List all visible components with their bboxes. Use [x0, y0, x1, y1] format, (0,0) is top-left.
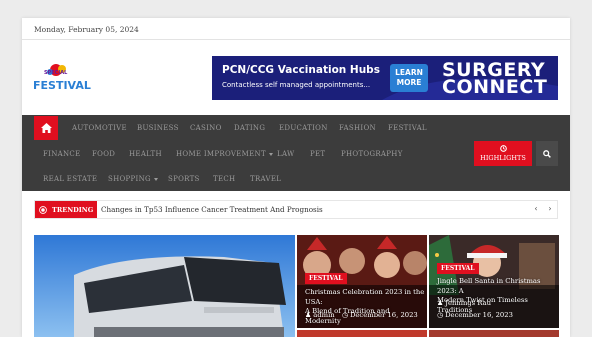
nav-finance[interactable]: FINANCE — [43, 150, 81, 158]
learn-more-line2: MORE — [396, 78, 422, 87]
trending-headline[interactable]: Changes in Tp53 Influence Cancer Treatme… — [101, 205, 323, 214]
ad-banner[interactable]: PCN/CCG Vaccination Hubs Contactless sel… — [212, 56, 558, 100]
article-card-1-meta: ♟ admin ◷ December 16, 2023 — [305, 311, 418, 319]
clock-icon: ◷ — [341, 311, 348, 319]
next-article-image-strip — [297, 330, 427, 337]
nav-travel[interactable]: TRAVEL — [250, 175, 281, 183]
featured-grid: FESTIVAL Christmas Celebration 2023 in t… — [22, 235, 570, 337]
article-card-2-author[interactable]: Jennings Rau — [445, 299, 491, 307]
article-card-1-category[interactable]: FESTIVAL — [305, 273, 347, 284]
nav-shopping[interactable]: SHOPPING — [108, 175, 158, 183]
nav-law[interactable]: LAW — [277, 150, 295, 158]
banner-brand-line2: CONNECT — [442, 76, 548, 98]
article-card-2-category[interactable]: FESTIVAL — [437, 263, 479, 274]
page: Monday, February 05, 2024 SPECIAL FESTIV… — [22, 18, 570, 337]
trending-bar: TRENDING Changes in Tp53 Influence Cance… — [34, 200, 558, 219]
record-icon — [39, 205, 47, 214]
trending-prev-button[interactable]: ‹ — [530, 203, 542, 216]
trending-next-button[interactable]: › — [544, 203, 556, 216]
article-card-2-date: December 16, 2023 — [445, 311, 513, 319]
article-card-2[interactable]: FESTIVAL Jingle Bell Santa in Christmas … — [429, 235, 559, 328]
highlights-label: HIGHLIGHTS — [480, 154, 526, 162]
nav-dating[interactable]: DATING — [234, 124, 265, 132]
nav-business[interactable]: BUSINESS — [137, 124, 179, 132]
chevron-down-icon — [268, 152, 273, 156]
nav-automotive[interactable]: AUTOMOTIVE — [72, 124, 127, 132]
home-button[interactable] — [34, 116, 58, 140]
article-card-1-author[interactable]: admin — [313, 311, 334, 319]
article-card-1-title[interactable]: Christmas Celebration 2023 in the USA: A… — [305, 288, 427, 326]
article-card-2-date-row: ◷ December 16, 2023 — [437, 311, 513, 319]
chevron-down-icon — [153, 177, 158, 181]
logo-top-text: SPECIAL — [44, 70, 68, 76]
user-icon: ♟ — [437, 299, 444, 307]
nav-home-improvement-label: HOME IMPROVEMENT — [176, 150, 266, 158]
nav-tech[interactable]: TECH — [213, 175, 235, 183]
nav-sports[interactable]: SPORTS — [168, 175, 200, 183]
nav-pet[interactable]: PET — [310, 150, 325, 158]
current-date: Monday, February 05, 2024 — [34, 25, 139, 34]
site-logo[interactable]: SPECIAL FESTIVAL — [32, 64, 98, 94]
article-card-2-title[interactable]: Jingle Bell Santa in Christmas 2023: A M… — [437, 277, 559, 315]
banner-title: PCN/CCG Vaccination Hubs — [222, 64, 380, 76]
article-card-1[interactable]: FESTIVAL Christmas Celebration 2023 in t… — [297, 235, 427, 328]
nav-food[interactable]: FOOD — [92, 150, 115, 158]
article-card-2-author-row: ♟ Jennings Rau — [437, 299, 491, 307]
header-divider — [22, 39, 570, 40]
featured-bus-image[interactable] — [34, 235, 295, 337]
nav-real-estate[interactable]: REAL ESTATE — [43, 175, 97, 183]
nav-shopping-label: SHOPPING — [108, 175, 151, 183]
nav-home-improvement[interactable]: HOME IMPROVEMENT — [176, 150, 273, 158]
article-card-1-title-line1: Christmas Celebration 2023 in the USA: — [305, 288, 425, 306]
article-card-1-date: December 16, 2023 — [349, 311, 418, 319]
article-card-2-title-line1: Jingle Bell Santa in Christmas 2023: A — [437, 277, 541, 295]
trending-label-text: TRENDING — [52, 205, 94, 214]
learn-more-button[interactable]: LEARN MORE — [390, 64, 428, 92]
search-button[interactable] — [536, 141, 558, 166]
main-navigation: AUTOMOTIVE BUSINESS CASINO DATING EDUCAT… — [22, 115, 570, 191]
nav-festival[interactable]: FESTIVAL — [388, 124, 427, 132]
next-article-image-strip-2 — [429, 330, 559, 337]
trending-label: TRENDING — [35, 201, 97, 218]
highlights-button[interactable]: HIGHLIGHTS — [474, 141, 532, 166]
nav-education[interactable]: EDUCATION — [279, 124, 328, 132]
search-icon — [543, 149, 551, 158]
clock-icon: ◷ — [437, 311, 443, 319]
home-icon — [40, 123, 52, 133]
nav-casino[interactable]: CASINO — [190, 124, 222, 132]
nav-health[interactable]: HEALTH — [129, 150, 162, 158]
clock-icon — [499, 145, 507, 152]
user-icon: ♟ — [305, 311, 312, 319]
learn-more-line1: LEARN — [395, 68, 423, 77]
logo-main-text: FESTIVAL — [33, 79, 91, 92]
nav-fashion[interactable]: FASHION — [339, 124, 376, 132]
banner-subtitle: Contactless self managed appointments... — [222, 81, 371, 89]
nav-photography[interactable]: PHOTOGRAPHY — [341, 150, 403, 158]
